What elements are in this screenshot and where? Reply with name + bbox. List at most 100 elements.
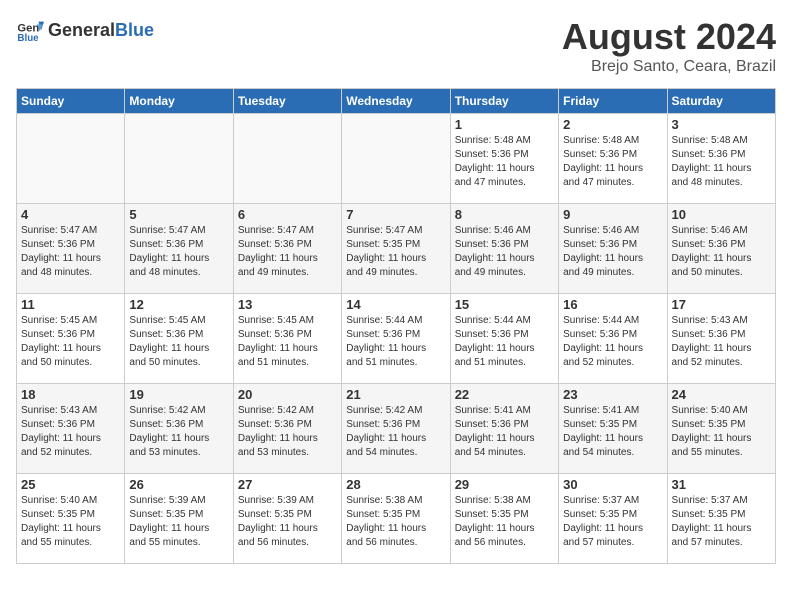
day-cell: 21 Sunrise: 5:42 AM Sunset: 5:36 PM Dayli… — [342, 384, 450, 474]
day-cell: 8 Sunrise: 5:46 AM Sunset: 5:36 PM Daylig… — [450, 204, 558, 294]
day-cell: 24Sunrise: 5:40 AM Sunset: 5:35 PM Dayli… — [667, 384, 775, 474]
day-info: Sunrise: 5:38 AM Sunset: 5:35 PM Dayligh… — [455, 494, 554, 550]
day-number: 27 — [238, 477, 337, 492]
day-number: 2 — [563, 117, 662, 132]
day-cell: 17 Sunrise: 5:43 AM Sunset: 5:36 PM Dayli… — [667, 294, 775, 384]
day-number: 17 — [672, 297, 771, 312]
day-info: Sunrise: 5:37 AM Sunset: 5:35 PM Dayligh… — [563, 494, 662, 550]
day-cell: 20Sunrise: 5:42 AM Sunset: 5:36 PM Dayli… — [233, 384, 341, 474]
day-info: Sunrise: 5:43 AM Sunset: 5:36 PM Dayligh… — [672, 314, 771, 370]
day-info: Sunrise: 5:38 AM Sunset: 5:35 PM Dayligh… — [346, 494, 445, 550]
day-number: 7 — [346, 207, 445, 222]
empty-day-cell — [233, 114, 341, 204]
day-info: Sunrise: 5:47 AM Sunset: 5:35 PM Dayligh… — [346, 224, 445, 280]
day-number: 31 — [672, 477, 771, 492]
location-title: Brejo Santo, Ceara, Brazil — [562, 58, 776, 76]
day-cell: 11Sunrise: 5:45 AM Sunset: 5:36 PM Dayli… — [17, 294, 125, 384]
day-cell: 30 Sunrise: 5:37 AM Sunset: 5:35 PM Dayli… — [559, 474, 667, 564]
col-header-friday: Friday — [559, 89, 667, 114]
day-cell: 7 Sunrise: 5:47 AM Sunset: 5:35 PM Daylig… — [342, 204, 450, 294]
col-header-tuesday: Tuesday — [233, 89, 341, 114]
day-info: Sunrise: 5:46 AM Sunset: 5:36 PM Dayligh… — [672, 224, 771, 280]
day-info: Sunrise: 5:47 AM Sunset: 5:36 PM Dayligh… — [129, 224, 228, 280]
col-header-thursday: Thursday — [450, 89, 558, 114]
day-cell: 6 Sunrise: 5:47 AM Sunset: 5:36 PM Daylig… — [233, 204, 341, 294]
month-title: August 2024 — [562, 16, 776, 58]
logo: Gen Blue GeneralBlue — [16, 16, 154, 44]
day-info: Sunrise: 5:46 AM Sunset: 5:36 PM Dayligh… — [563, 224, 662, 280]
day-number: 25 — [21, 477, 120, 492]
day-info: Sunrise: 5:40 AM Sunset: 5:35 PM Dayligh… — [672, 404, 771, 460]
day-cell: 4 Sunrise: 5:47 AM Sunset: 5:36 PM Daylig… — [17, 204, 125, 294]
day-info: Sunrise: 5:44 AM Sunset: 5:36 PM Dayligh… — [563, 314, 662, 370]
day-info: Sunrise: 5:40 AM Sunset: 5:35 PM Dayligh… — [21, 494, 120, 550]
day-number: 3 — [672, 117, 771, 132]
day-number: 12 — [129, 297, 228, 312]
day-number: 5 — [129, 207, 228, 222]
day-cell: 18 Sunrise: 5:43 AM Sunset: 5:36 PM Dayli… — [17, 384, 125, 474]
calendar-week-row: 4 Sunrise: 5:47 AM Sunset: 5:36 PM Daylig… — [17, 204, 776, 294]
day-number: 15 — [455, 297, 554, 312]
day-info: Sunrise: 5:47 AM Sunset: 5:36 PM Dayligh… — [238, 224, 337, 280]
calendar-table: SundayMondayTuesdayWednesdayThursdayFrid… — [16, 88, 776, 564]
day-info: Sunrise: 5:39 AM Sunset: 5:35 PM Dayligh… — [129, 494, 228, 550]
day-number: 6 — [238, 207, 337, 222]
day-number: 8 — [455, 207, 554, 222]
day-cell: 26Sunrise: 5:39 AM Sunset: 5:35 PM Dayli… — [125, 474, 233, 564]
day-number: 30 — [563, 477, 662, 492]
day-number: 21 — [346, 387, 445, 402]
empty-day-cell — [125, 114, 233, 204]
calendar-week-row: 11Sunrise: 5:45 AM Sunset: 5:36 PM Dayli… — [17, 294, 776, 384]
day-cell: 29 Sunrise: 5:38 AM Sunset: 5:35 PM Dayli… — [450, 474, 558, 564]
day-number: 22 — [455, 387, 554, 402]
day-number: 1 — [455, 117, 554, 132]
col-header-saturday: Saturday — [667, 89, 775, 114]
day-info: Sunrise: 5:37 AM Sunset: 5:35 PM Dayligh… — [672, 494, 771, 550]
day-number: 20 — [238, 387, 337, 402]
col-header-wednesday: Wednesday — [342, 89, 450, 114]
day-number: 14 — [346, 297, 445, 312]
day-number: 13 — [238, 297, 337, 312]
page-header: Gen Blue GeneralBlue August 2024 Brejo S… — [16, 16, 776, 76]
title-section: August 2024 Brejo Santo, Ceara, Brazil — [562, 16, 776, 76]
day-info: Sunrise: 5:41 AM Sunset: 5:35 PM Dayligh… — [563, 404, 662, 460]
day-cell: 5 Sunrise: 5:47 AM Sunset: 5:36 PM Daylig… — [125, 204, 233, 294]
day-number: 19 — [129, 387, 228, 402]
day-number: 23 — [563, 387, 662, 402]
day-cell: 9Sunrise: 5:46 AM Sunset: 5:36 PM Daylig… — [559, 204, 667, 294]
calendar-week-row: 1 Sunrise: 5:48 AM Sunset: 5:36 PM Daylig… — [17, 114, 776, 204]
day-cell: 22 Sunrise: 5:41 AM Sunset: 5:36 PM Dayli… — [450, 384, 558, 474]
day-number: 18 — [21, 387, 120, 402]
day-info: Sunrise: 5:47 AM Sunset: 5:36 PM Dayligh… — [21, 224, 120, 280]
day-info: Sunrise: 5:39 AM Sunset: 5:35 PM Dayligh… — [238, 494, 337, 550]
day-info: Sunrise: 5:48 AM Sunset: 5:36 PM Dayligh… — [455, 134, 554, 190]
day-info: Sunrise: 5:43 AM Sunset: 5:36 PM Dayligh… — [21, 404, 120, 460]
day-info: Sunrise: 5:45 AM Sunset: 5:36 PM Dayligh… — [238, 314, 337, 370]
calendar-week-row: 25 Sunrise: 5:40 AM Sunset: 5:35 PM Dayli… — [17, 474, 776, 564]
day-info: Sunrise: 5:42 AM Sunset: 5:36 PM Dayligh… — [129, 404, 228, 460]
day-cell: 19 Sunrise: 5:42 AM Sunset: 5:36 PM Dayli… — [125, 384, 233, 474]
day-cell: 3 Sunrise: 5:48 AM Sunset: 5:36 PM Daylig… — [667, 114, 775, 204]
day-number: 16 — [563, 297, 662, 312]
day-cell: 31 Sunrise: 5:37 AM Sunset: 5:35 PM Dayli… — [667, 474, 775, 564]
logo-general: General — [48, 20, 115, 40]
day-cell: 1 Sunrise: 5:48 AM Sunset: 5:36 PM Daylig… — [450, 114, 558, 204]
day-info: Sunrise: 5:42 AM Sunset: 5:36 PM Dayligh… — [346, 404, 445, 460]
day-cell: 14Sunrise: 5:44 AM Sunset: 5:36 PM Dayli… — [342, 294, 450, 384]
day-number: 29 — [455, 477, 554, 492]
day-info: Sunrise: 5:45 AM Sunset: 5:36 PM Dayligh… — [21, 314, 120, 370]
day-info: Sunrise: 5:46 AM Sunset: 5:36 PM Dayligh… — [455, 224, 554, 280]
day-info: Sunrise: 5:41 AM Sunset: 5:36 PM Dayligh… — [455, 404, 554, 460]
svg-text:Blue: Blue — [17, 33, 39, 44]
logo-icon: Gen Blue — [16, 16, 44, 44]
day-info: Sunrise: 5:48 AM Sunset: 5:36 PM Dayligh… — [563, 134, 662, 190]
calendar-header-row: SundayMondayTuesdayWednesdayThursdayFrid… — [17, 89, 776, 114]
day-info: Sunrise: 5:45 AM Sunset: 5:36 PM Dayligh… — [129, 314, 228, 370]
day-info: Sunrise: 5:44 AM Sunset: 5:36 PM Dayligh… — [455, 314, 554, 370]
col-header-monday: Monday — [125, 89, 233, 114]
logo-blue: Blue — [115, 20, 154, 40]
day-info: Sunrise: 5:48 AM Sunset: 5:36 PM Dayligh… — [672, 134, 771, 190]
day-number: 28 — [346, 477, 445, 492]
day-number: 4 — [21, 207, 120, 222]
col-header-sunday: Sunday — [17, 89, 125, 114]
